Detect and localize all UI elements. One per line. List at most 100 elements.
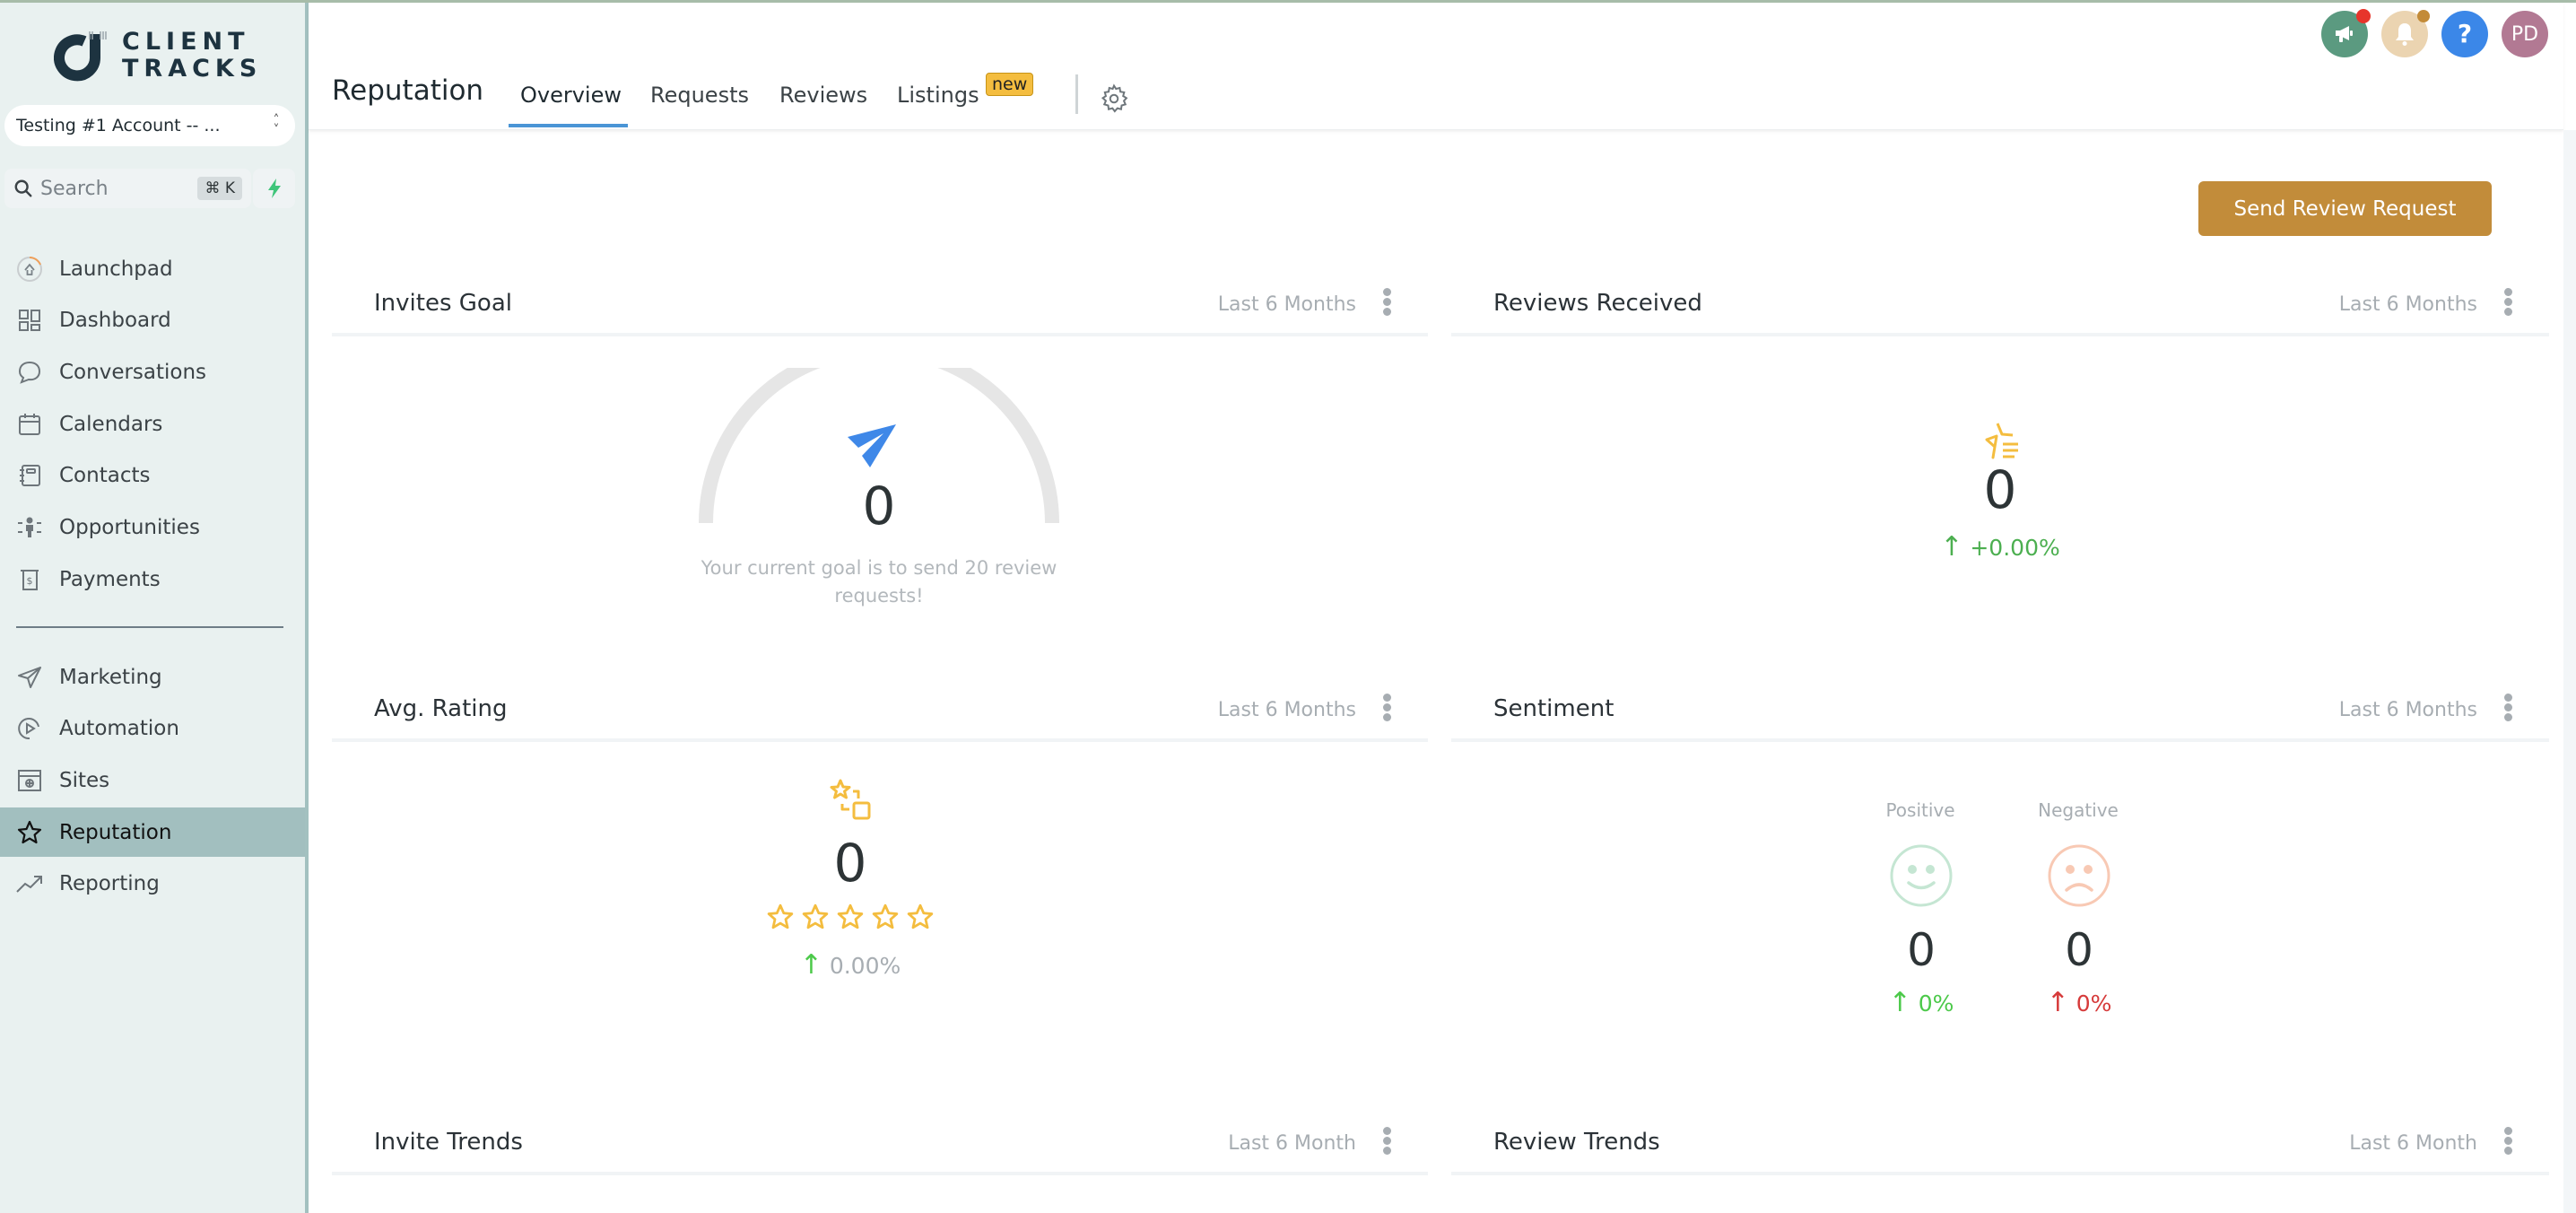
card-title: Review Trends: [1493, 1129, 1660, 1156]
sidebar-item-calendars[interactable]: Calendars: [0, 399, 305, 449]
date-range-label[interactable]: Last 6 Month: [2349, 1132, 2477, 1155]
sidebar-item-contacts[interactable]: Contacts: [0, 451, 305, 501]
automation-icon: [16, 715, 43, 742]
star-outline-icon: [872, 903, 899, 929]
sidebar-nav-primary: Launchpad Dashboard Conversations Calend…: [0, 244, 305, 606]
opportunities-icon: [16, 514, 43, 541]
dashboard-icon: [16, 307, 43, 334]
settings-button[interactable]: [1099, 83, 1129, 114]
tab-overview[interactable]: Overview: [520, 83, 622, 108]
sidebar-item-conversations[interactable]: Conversations: [0, 347, 305, 397]
page-title: Reputation: [332, 74, 484, 107]
send-icon: [16, 664, 43, 691]
reviews-received-change: ↑ +0.00%: [1866, 531, 2135, 563]
avatar-initials: PD: [2511, 22, 2539, 46]
launchpad-icon: [16, 256, 43, 283]
sidebar-item-marketing[interactable]: Marketing: [0, 652, 305, 702]
account-switcher[interactable]: Testing #1 Account -- ... ˄ ˅: [4, 105, 295, 146]
kebab-menu-icon[interactable]: [2502, 694, 2513, 722]
sidebar-item-label: Reporting: [59, 872, 160, 896]
send-review-request-button[interactable]: Send Review Request: [2198, 181, 2492, 236]
card-header: Reviews Received Last 6 Months: [1451, 274, 2549, 336]
page-header: Reputation Overview Requests Reviews Lis…: [309, 3, 2563, 130]
kebab-menu-icon[interactable]: [1381, 1127, 1392, 1156]
sidebar-item-label: Opportunities: [59, 515, 200, 539]
sidebar-item-label: Payments: [59, 567, 161, 591]
change-value: 0%: [2076, 990, 2112, 1017]
date-range-label[interactable]: Last 6 Months: [1218, 699, 1356, 721]
search-input[interactable]: Search ⌘ K: [4, 169, 251, 208]
sidebar-item-dashboard[interactable]: Dashboard: [0, 296, 305, 345]
lightning-bolt-icon: [267, 179, 281, 198]
brand-line-1: CLIENT: [122, 28, 250, 56]
quick-action-button[interactable]: [253, 169, 295, 208]
payments-icon: $: [16, 566, 43, 593]
search-icon: [14, 179, 32, 197]
contacts-book-icon: [16, 462, 43, 489]
kebab-menu-icon[interactable]: [2502, 288, 2513, 317]
brand-logo[interactable]: CLIENT TRACKS: [54, 27, 257, 84]
tab-listings[interactable]: Listings: [897, 83, 979, 108]
date-range-label[interactable]: Last 6 Months: [2339, 293, 2477, 316]
kebab-menu-icon[interactable]: [2502, 1127, 2513, 1156]
star-list-icon: [1985, 423, 2018, 459]
sidebar-item-automation[interactable]: Automation: [0, 704, 305, 754]
sidebar-nav-secondary: Marketing Automation Sites Reputation Re…: [0, 652, 305, 911]
gear-icon: [1101, 83, 1128, 113]
date-range-label[interactable]: Last 6 Month: [1228, 1132, 1356, 1155]
sidebar-item-payments[interactable]: $ Payments: [0, 554, 305, 604]
trend-icon: [16, 870, 43, 897]
card-title: Reviews Received: [1493, 290, 1702, 317]
kebab-menu-icon[interactable]: [1381, 694, 1392, 722]
card-header: Sentiment Last 6 Months: [1451, 679, 2549, 742]
scrollbar-track[interactable]: [2563, 130, 2576, 1213]
sidebar-item-label: Marketing: [59, 665, 162, 689]
announcements-button[interactable]: [2321, 9, 2371, 57]
sad-face-icon: [2048, 844, 2110, 907]
sidebar-item-label: Sites: [59, 768, 110, 792]
sidebar-item-label: Conversations: [59, 360, 207, 384]
card-title: Invite Trends: [374, 1129, 523, 1156]
star-outline-icon: [767, 903, 794, 929]
sidebar-item-opportunities[interactable]: Opportunities: [0, 502, 305, 552]
search-placeholder: Search: [40, 177, 109, 200]
rating-compare-icon: [830, 779, 871, 820]
logo-mark-icon: [54, 29, 108, 83]
sidebar-divider: [16, 626, 283, 628]
change-value: 0.00%: [829, 953, 901, 979]
negative-label: Negative: [2038, 799, 2119, 821]
help-button[interactable]: ?: [2441, 11, 2488, 57]
tab-separator: [1075, 74, 1078, 114]
sidebar-item-reporting[interactable]: Reporting: [0, 860, 305, 909]
avg-rating-change: ↑ 0.00%: [716, 949, 985, 981]
tab-reviews[interactable]: Reviews: [779, 83, 867, 108]
sidebar-item-sites[interactable]: Sites: [0, 755, 305, 805]
card-title: Sentiment: [1493, 695, 1614, 722]
sidebar-item-reputation[interactable]: Reputation: [0, 807, 305, 858]
notifications-button[interactable]: [2381, 10, 2430, 57]
date-range-label[interactable]: Last 6 Months: [2339, 699, 2477, 721]
sidebar-item-launchpad[interactable]: Launchpad: [0, 244, 305, 293]
kebab-menu-icon[interactable]: [1381, 288, 1392, 317]
positive-label: Positive: [1885, 799, 1955, 821]
brand-line-2: TRACKS: [122, 55, 263, 83]
star-outline-icon: [837, 903, 864, 929]
star-outline-icon: [802, 903, 829, 929]
window-top-border: [0, 0, 2576, 3]
star-icon: [16, 819, 43, 846]
sites-icon: [16, 767, 43, 794]
arrow-up-icon: ↑: [799, 949, 822, 981]
brand-name: CLIENT TRACKS: [122, 29, 262, 83]
arrow-up-icon: ↑: [1940, 531, 1963, 563]
bell-icon: [2396, 23, 2414, 46]
new-badge: new: [986, 73, 1034, 96]
date-range-label[interactable]: Last 6 Months: [1218, 293, 1356, 316]
tab-requests[interactable]: Requests: [650, 83, 749, 108]
question-mark-icon: ?: [2457, 19, 2473, 48]
positive-count: 0: [1907, 924, 1936, 976]
invites-sent-count: 0: [862, 476, 896, 537]
search-shortcut: ⌘ K: [197, 177, 242, 200]
arrow-up-icon: ↑: [1888, 987, 1911, 1018]
reviews-received-count: 0: [1983, 459, 2017, 520]
user-avatar[interactable]: PD: [2502, 11, 2548, 57]
